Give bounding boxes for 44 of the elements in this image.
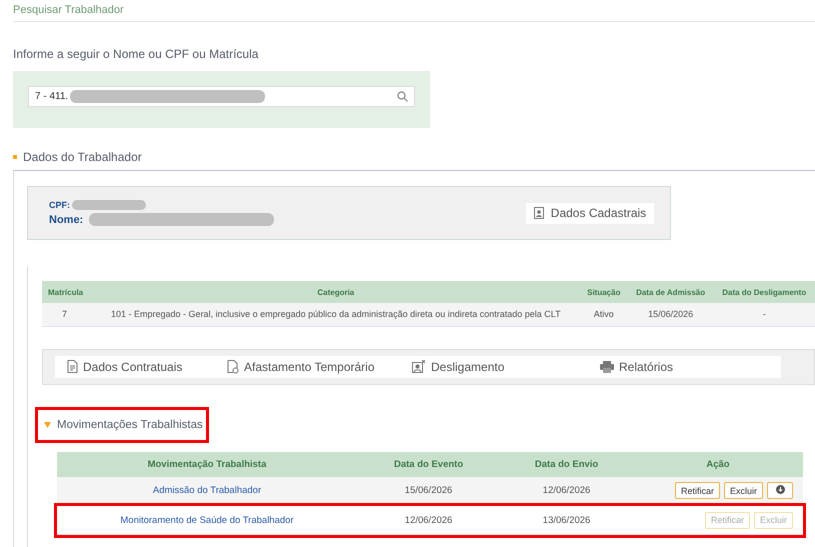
table-cell: 7 <box>42 303 92 326</box>
section-toggle[interactable]: Movimentações Trabalhistas <box>35 406 209 442</box>
name-label: Nome: <box>49 214 84 226</box>
action-button[interactable]: Desligamento <box>412 360 600 374</box>
event-link[interactable]: Admissão do Trabalhador <box>152 485 262 496</box>
action-button[interactable]: Dados Contratuais <box>67 360 227 374</box>
table-cell: 13/06/2026 <box>500 506 633 534</box>
section-title: Dados do Trabalhador <box>23 150 142 164</box>
row-button[interactable]: Excluir <box>724 482 763 500</box>
table-cell: 101 - Empregado - Geral, inclusive o empregado público da administração direta ou indireta contratado pela CLT <box>92 303 580 326</box>
printer-icon <box>600 360 614 372</box>
document-icon <box>67 360 78 373</box>
column-header: Data do Evento <box>357 452 500 476</box>
search-field[interactable]: 7 - 411. <box>28 86 415 107</box>
table-cell: 15/06/2026 <box>357 476 500 506</box>
column-header: Data do Desligamento <box>713 281 815 303</box>
column-header: Situação <box>580 281 628 303</box>
document-clock-icon <box>227 360 239 374</box>
registration-data-button[interactable]: Dados Cadastrais <box>526 202 654 224</box>
download-button[interactable] <box>767 482 793 500</box>
table-cell: 12/06/2026 <box>357 506 500 534</box>
table-cell: 12/06/2026 <box>500 476 633 506</box>
column-header: Matrícula <box>42 281 92 303</box>
table-cell: - <box>713 303 815 326</box>
download-icon <box>776 485 784 494</box>
column-header: Categoria <box>92 281 580 303</box>
row-button[interactable]: Retificar <box>674 482 720 500</box>
table-cell: Ativo <box>580 303 628 326</box>
search-label: Informe a seguir o Nome ou CPF ou Matrícula <box>13 47 260 61</box>
search-value: 7 - 411. <box>35 91 68 102</box>
column-header: Ação <box>633 452 803 476</box>
action-button[interactable]: Afastamento Temporário <box>227 360 412 374</box>
column-header: Data de Admissão <box>628 281 714 303</box>
column-header: Movimentação Trabalhista <box>57 452 357 476</box>
person-card-icon <box>534 207 544 219</box>
column-header: Data do Envio <box>500 452 633 476</box>
event-link[interactable]: Monitoramento de Saúde do Trabalhador <box>120 514 294 526</box>
bullet-icon <box>13 155 17 159</box>
table-cell: 15/06/2026 <box>628 303 714 326</box>
search-icon[interactable] <box>397 91 408 102</box>
action-button[interactable]: Relatórios <box>600 360 720 374</box>
page-title: Pesquisar Trabalhador <box>13 4 815 22</box>
person-remove-icon <box>412 360 426 373</box>
cpf-label: CPF: <box>49 200 70 210</box>
